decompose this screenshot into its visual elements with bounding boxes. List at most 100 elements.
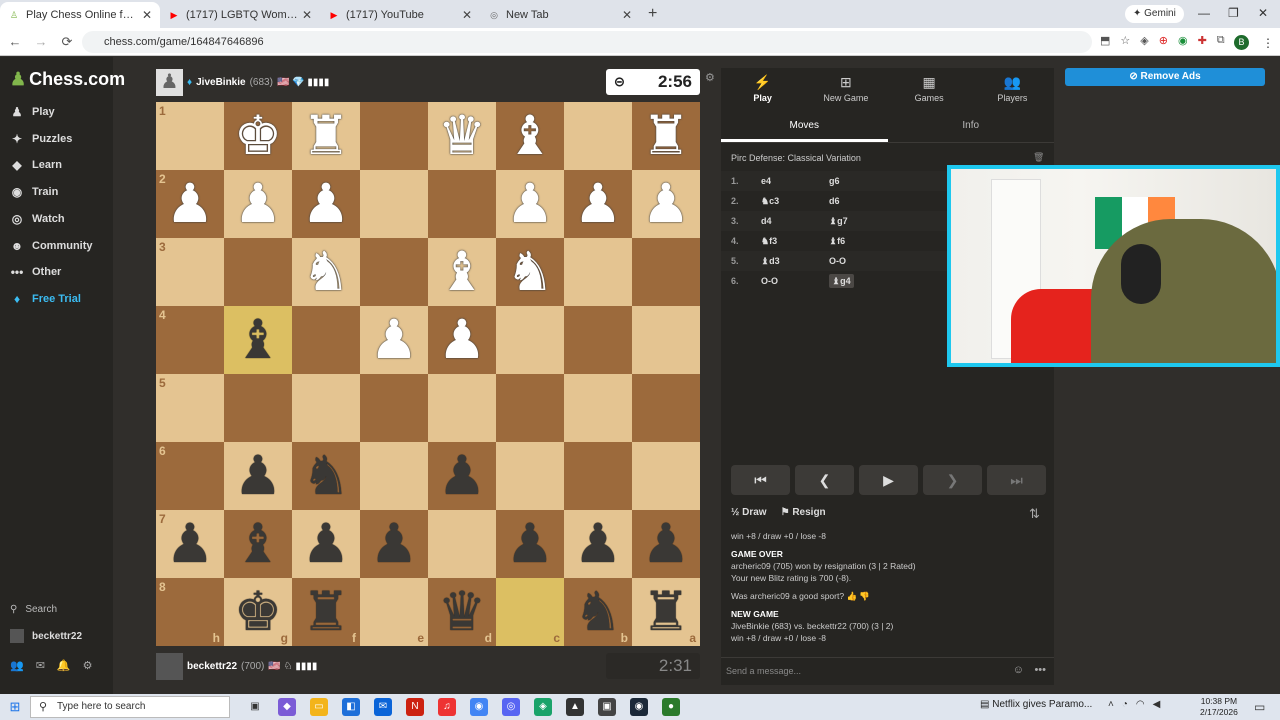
board-square[interactable]: ♚ <box>224 102 292 170</box>
board-square[interactable]: ♟ <box>632 510 700 578</box>
app-icon[interactable]: ◈ <box>534 698 552 716</box>
white-move[interactable]: ♞c3 <box>761 196 829 207</box>
black-rook-piece[interactable]: ♜ <box>302 585 350 639</box>
steam-icon[interactable]: ◉ <box>630 698 648 716</box>
board-square[interactable]: ♜ <box>292 102 360 170</box>
board-square[interactable]: ♟ <box>496 170 564 238</box>
sidebar-item-learn[interactable]: ◆ Learn <box>10 155 62 175</box>
board-square[interactable] <box>496 306 564 374</box>
board-square[interactable] <box>360 238 428 306</box>
board-square[interactable]: ♟ <box>632 170 700 238</box>
sidebar-item-free-trial[interactable]: ♦ Free Trial <box>10 289 81 309</box>
player-name[interactable]: beckettr22 <box>187 661 237 672</box>
wifi-icon[interactable]: ◠ <box>1136 699 1145 710</box>
new-tab-icon[interactable]: + <box>648 5 657 23</box>
white-rook-piece[interactable]: ♜ <box>302 109 350 163</box>
taskbar-search-input[interactable]: ⚲ Type here to search <box>30 696 230 718</box>
chat-input[interactable]: Send a message... ☺ ••• <box>721 657 1054 683</box>
tab-games[interactable]: ▦ Games <box>888 68 971 113</box>
player-name[interactable]: JiveBinkie <box>196 77 245 88</box>
browser-tab[interactable]: ♙ Play Chess Online for FREE - 2 ✕ <box>0 2 160 28</box>
volume-icon[interactable]: ◀ <box>1153 699 1161 710</box>
black-knight-piece[interactable]: ♞ <box>302 449 350 503</box>
board-square[interactable]: ♟ <box>360 510 428 578</box>
browser-tab[interactable]: ▶ (1717) YouTube ✕ <box>320 2 480 28</box>
app-icon[interactable]: ▣ <box>598 698 616 716</box>
chess-board[interactable]: 1 ♚ ♜ ♛ ♝ ♜ 2 ♟ ♟ ♟ ♟ ♟ ♟ 3 ♞ ♝ ♞ 4 ♝ ♟ ♟ 5 6 ♟ ♞ ♟ 7 ♟ ♝ ♟ ♟ ♟ ♟ ♟ 8 h g ♚ f ♜… <box>156 102 700 646</box>
board-square[interactable]: ♟ <box>428 306 496 374</box>
board-square[interactable]: ♟ <box>360 306 428 374</box>
draw-button[interactable]: ½ Draw <box>731 507 767 518</box>
board-square[interactable]: 4 <box>156 306 224 374</box>
white-queen-piece[interactable]: ♛ <box>438 109 486 163</box>
black-move[interactable]: ♝g7 <box>829 216 889 227</box>
sidebar-item-community[interactable]: ☻ Community <box>10 236 93 256</box>
black-knight-piece[interactable]: ♞ <box>574 585 622 639</box>
board-square[interactable]: ♟ <box>224 170 292 238</box>
profile-avatar[interactable]: B <box>1234 35 1249 50</box>
mail-icon[interactable]: ✉ <box>374 698 392 716</box>
board-square[interactable]: ♟ <box>564 170 632 238</box>
black-rook-piece[interactable]: ♜ <box>642 585 690 639</box>
white-pawn-piece[interactable]: ♟ <box>234 177 282 231</box>
white-bishop-piece[interactable]: ♝ <box>438 245 486 299</box>
board-square[interactable] <box>632 238 700 306</box>
board-square[interactable]: ♟ <box>292 510 360 578</box>
app-icon[interactable]: ● <box>662 698 680 716</box>
black-bishop-piece[interactable]: ♝ <box>234 313 282 367</box>
play-button[interactable]: ▶ <box>859 465 918 495</box>
black-move[interactable]: g6 <box>829 176 889 186</box>
reload-icon[interactable]: ⟳ <box>56 34 78 50</box>
black-move[interactable]: O-O <box>829 256 889 266</box>
board-square[interactable]: ♝ <box>224 306 292 374</box>
messages-icon[interactable]: ✉ <box>36 659 45 672</box>
board-square[interactable]: d ♛ <box>428 578 496 646</box>
board-square[interactable] <box>360 102 428 170</box>
url-input[interactable]: chess.com/game/164847646896 <box>82 31 1092 53</box>
board-square[interactable]: ♝ <box>496 102 564 170</box>
board-square[interactable]: ♟ <box>292 170 360 238</box>
board-square[interactable] <box>428 170 496 238</box>
black-pawn-piece[interactable]: ♟ <box>506 517 554 571</box>
app-icon[interactable]: ◆ <box>278 698 296 716</box>
browser-tab[interactable]: ◎ New Tab ✕ <box>480 2 640 28</box>
close-window-icon[interactable]: ✕ <box>1258 6 1268 20</box>
white-pawn-piece[interactable]: ♟ <box>574 177 622 231</box>
board-square[interactable]: ♞ <box>292 442 360 510</box>
white-move[interactable]: ♝d3 <box>761 256 829 267</box>
bookmark-star-icon[interactable]: ☆ <box>1120 34 1130 47</box>
board-square[interactable]: f ♜ <box>292 578 360 646</box>
forward-icon[interactable]: → <box>30 34 52 49</box>
white-king-piece[interactable]: ♚ <box>234 109 282 163</box>
tab-moves[interactable]: Moves <box>721 113 888 142</box>
board-square[interactable]: ♞ <box>496 238 564 306</box>
board-square[interactable] <box>292 306 360 374</box>
white-knight-piece[interactable]: ♞ <box>506 245 554 299</box>
board-square[interactable]: ♝ <box>224 510 292 578</box>
white-rook-piece[interactable]: ♜ <box>642 109 690 163</box>
white-pawn-piece[interactable]: ♟ <box>370 313 418 367</box>
white-move[interactable]: ♞f3 <box>761 236 829 247</box>
close-tab-icon[interactable]: ✕ <box>622 8 632 22</box>
board-square[interactable] <box>224 238 292 306</box>
back-icon[interactable]: ← <box>4 34 26 49</box>
white-move[interactable]: e4 <box>761 176 829 186</box>
close-tab-icon[interactable]: ✕ <box>302 8 312 22</box>
board-square[interactable] <box>632 374 700 442</box>
black-move[interactable]: ♝g4 <box>829 273 889 288</box>
extension-icon[interactable]: ⊕ <box>1159 34 1168 47</box>
chess-logo[interactable]: ♟ Chess.com <box>10 69 125 90</box>
app-icon[interactable]: N <box>406 698 424 716</box>
white-pawn-piece[interactable]: ♟ <box>302 177 350 231</box>
sidebar-search[interactable]: ⚲ Search <box>10 604 57 615</box>
restore-icon[interactable]: ❐ <box>1228 6 1239 20</box>
flip-board-icon[interactable]: ⇅ <box>1029 506 1040 522</box>
notifications-icon[interactable]: 🔔 <box>57 659 71 672</box>
white-bishop-piece[interactable]: ♝ <box>506 109 554 163</box>
discord-icon[interactable]: ◎ <box>502 698 520 716</box>
black-pawn-piece[interactable]: ♟ <box>302 517 350 571</box>
white-pawn-piece[interactable]: ♟ <box>642 177 690 231</box>
board-square[interactable]: 3 <box>156 238 224 306</box>
board-square[interactable] <box>224 374 292 442</box>
black-queen-piece[interactable]: ♛ <box>438 585 486 639</box>
